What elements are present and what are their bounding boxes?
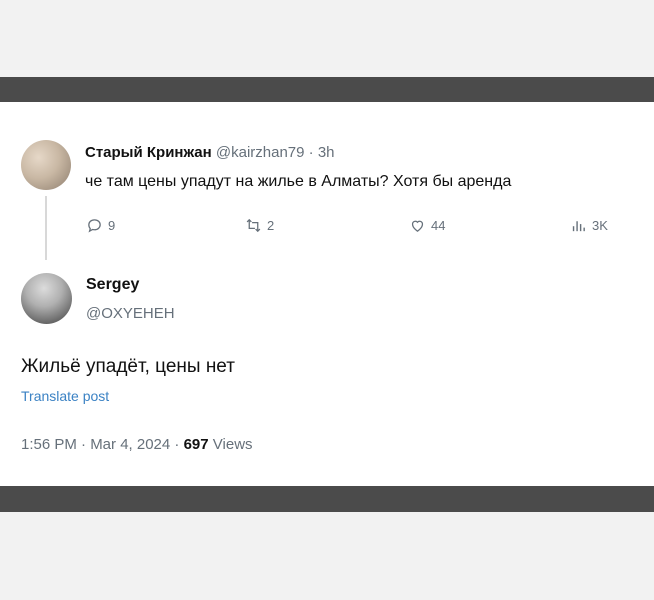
thread-connector-line <box>45 196 47 260</box>
repost-count: 2 <box>267 218 275 233</box>
tweet2-handle[interactable]: @OXYEHEH <box>86 305 175 322</box>
tweet2-views-count: 697 <box>183 436 209 453</box>
like-count: 44 <box>431 218 446 233</box>
avatar-tweet1[interactable] <box>21 140 71 190</box>
tweet2-views-label: Views <box>212 436 253 453</box>
reply-button[interactable]: 9 <box>86 217 115 234</box>
views-chart-icon <box>572 221 585 232</box>
tweet2-text: Жильё упадёт, цены нет <box>21 356 235 377</box>
tweet1-header: Старый Кринжан @kairzhan79 · 3h <box>85 144 335 161</box>
tweet1-handle[interactable]: @kairzhan79 <box>216 144 305 161</box>
tweet1-time[interactable]: 3h <box>318 144 335 161</box>
reply-count: 9 <box>108 218 116 233</box>
tweet2-meta: 1:56 PM · Mar 4, 2024 · 697 Views <box>21 436 253 453</box>
views-button[interactable]: 3K <box>570 217 608 234</box>
tweet1-separator: · <box>308 144 314 161</box>
avatar-tweet2[interactable] <box>21 273 72 324</box>
repost-button[interactable]: 2 <box>245 217 274 234</box>
tweet2-display-name[interactable]: Sergey <box>86 276 139 294</box>
heart-icon <box>411 220 424 232</box>
translate-post-link[interactable]: Translate post <box>21 388 109 404</box>
tweet1-display-name[interactable]: Старый Кринжан <box>85 144 212 161</box>
bottom-dark-bar <box>0 486 654 512</box>
like-button[interactable]: 44 <box>409 217 445 234</box>
tweet1-text: че там цены упадут на жилье в Алматы? Хо… <box>85 173 512 190</box>
top-dark-bar <box>0 77 654 102</box>
repost-icon <box>246 218 261 233</box>
reply-icon <box>88 219 101 233</box>
tweet2-timestamp[interactable]: 1:56 PM · Mar 4, 2024 · <box>21 436 179 453</box>
views-count-tweet1: 3K <box>592 218 608 233</box>
